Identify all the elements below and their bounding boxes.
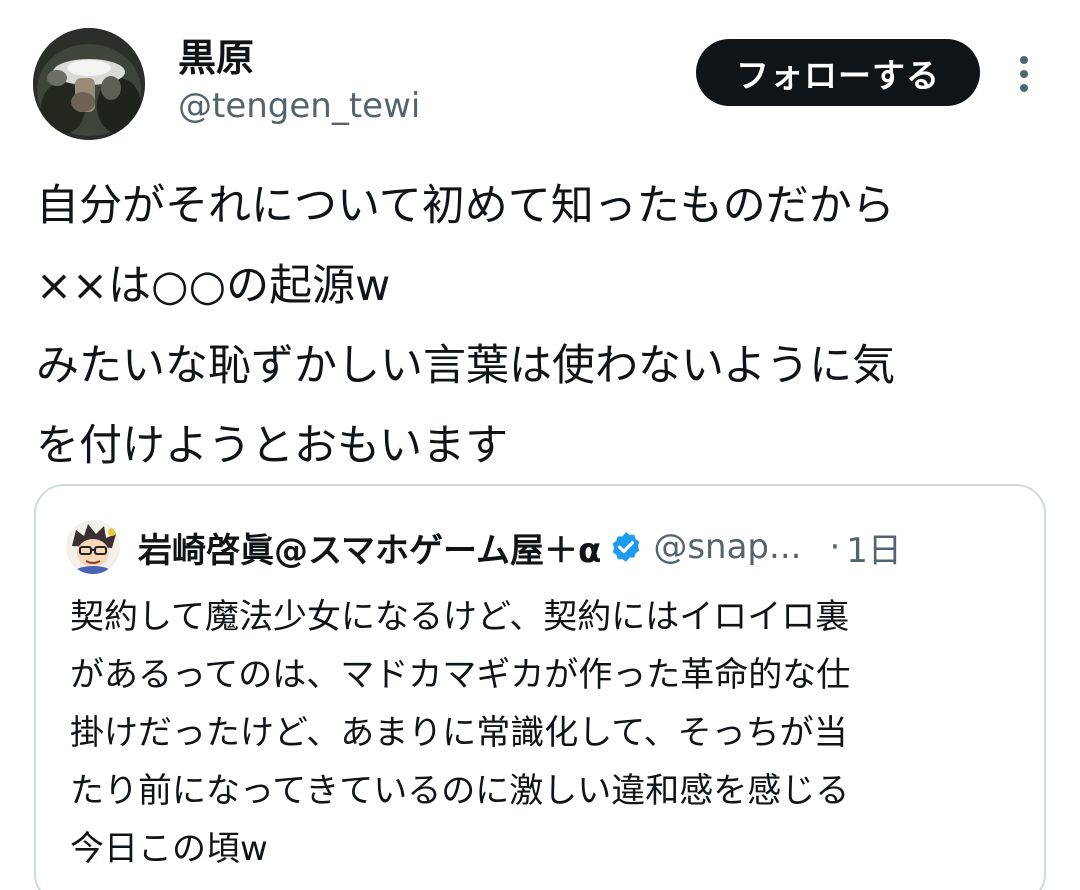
quoted-text-line: 掛けだったけど、あまりに常識化して、そっちが当 bbox=[70, 713, 848, 753]
tweet: 黒原 @tengen_tewi フォローする 自分がそれについて初めて知ったもの… bbox=[0, 0, 1080, 890]
quoted-tweet-timestamp[interactable]: 1日 bbox=[846, 523, 902, 572]
more-options-button[interactable] bbox=[1010, 52, 1038, 96]
quoted-text-line: たり前になってきているのに激しい違和感を感じる bbox=[70, 771, 850, 811]
verified-badge-icon bbox=[609, 530, 643, 564]
tweet-text-line: 自分がそれについて初めて知ったものだから bbox=[36, 181, 895, 231]
quoted-author-avatar[interactable] bbox=[66, 520, 120, 574]
quoted-tweet-header: 岩崎啓眞@スマホゲーム屋＋α @snap... · 1日 bbox=[138, 522, 902, 572]
quoted-author-handle[interactable]: @snap... bbox=[653, 527, 801, 567]
more-vertical-icon bbox=[1020, 56, 1028, 92]
tweet-text: 自分がそれについて初めて知ったものだから ××は○○の起源w みたいな恥ずかしい… bbox=[36, 166, 1046, 486]
quoted-text-line: があるってのは、マドカマギカが作った革命的な仕 bbox=[70, 655, 851, 695]
author-handle[interactable]: @tengen_tewi bbox=[178, 86, 420, 126]
follow-button[interactable]: フォローする bbox=[696, 39, 980, 106]
profile-photo-icon bbox=[33, 28, 145, 140]
tweet-text-line: を付けようとおもいます bbox=[36, 421, 509, 471]
author-display-name[interactable]: 黒原 bbox=[178, 36, 254, 80]
quoted-author-display-name[interactable]: 岩崎啓眞@スマホゲーム屋＋α bbox=[138, 523, 601, 572]
tweet-text-line: みたいな恥ずかしい言葉は使わないように気 bbox=[36, 341, 896, 391]
quoted-text-line: 契約して魔法少女になるけど、契約にはイロイロ裏 bbox=[70, 597, 850, 637]
quoted-tweet-card[interactable]: 岩崎啓眞@スマホゲーム屋＋α @snap... · 1日 契約して魔法少女になる… bbox=[34, 484, 1046, 890]
cartoon-face-icon bbox=[66, 520, 120, 574]
dot-separator: · bbox=[829, 527, 841, 567]
quoted-tweet-text: 契約して魔法少女になるけど、契約にはイロイロ裏 があるってのは、マドカマギカが作… bbox=[70, 588, 1030, 878]
tweet-text-line: ××は○○の起源w bbox=[36, 261, 391, 311]
author-avatar[interactable] bbox=[33, 28, 145, 140]
quoted-text-line: 今日この頃w bbox=[70, 829, 268, 869]
